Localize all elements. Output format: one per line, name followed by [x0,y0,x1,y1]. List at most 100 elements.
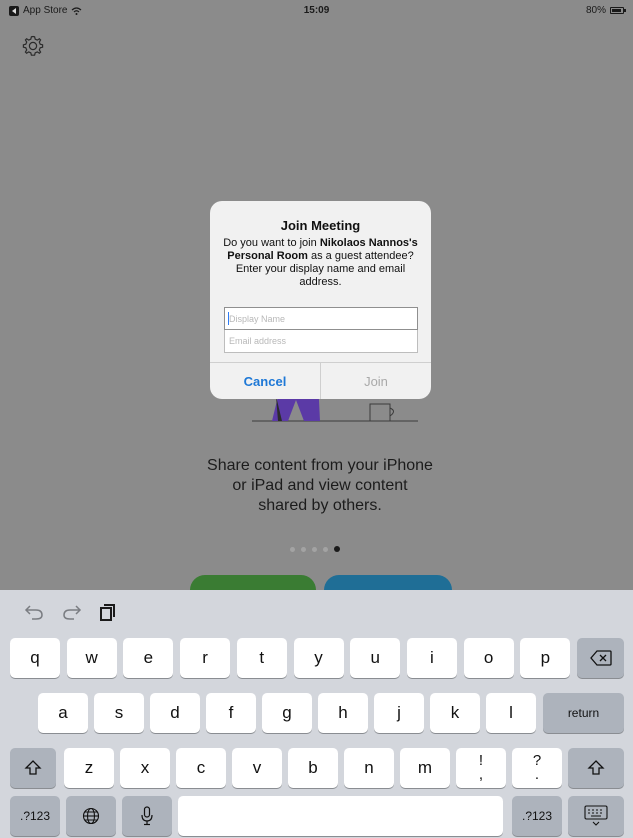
key-label: h [338,703,348,722]
shift-icon [24,759,42,777]
settings-button[interactable] [20,33,46,59]
key-b[interactable]: b [288,748,338,788]
page-dot[interactable] [301,546,306,552]
key-label: o [483,648,494,667]
backspace-key[interactable] [577,638,624,678]
battery-percent: 80% [585,5,606,16]
key-k[interactable]: k [430,693,480,733]
key-t[interactable]: t [236,638,287,678]
shift-icon [587,759,605,777]
key-glyph: . [534,766,540,783]
key-label: b [308,758,318,777]
key-r[interactable]: r [180,638,231,678]
undo-icon[interactable] [24,603,44,621]
key-g[interactable]: g [262,693,312,733]
key-y[interactable]: y [293,638,344,678]
key-label: t [259,648,265,667]
dictation-key[interactable] [122,796,172,836]
key-label: .?123 [521,809,553,823]
key-a[interactable]: a [38,693,88,733]
page-dot[interactable] [312,546,317,552]
key-u[interactable]: u [350,638,401,678]
key-h[interactable]: h [318,693,368,733]
key-label: z [84,758,94,777]
shift-key-left[interactable] [10,748,56,788]
status-bar: App Store 15:09 80% [0,0,633,22]
hide-keyboard-key[interactable] [568,796,624,836]
key-w[interactable]: w [66,638,117,678]
page-dot[interactable] [323,546,328,552]
key-label: w [85,648,98,667]
key-label: u [370,648,380,667]
key-n[interactable]: n [344,748,394,788]
tagline-line: shared by others. [258,497,382,514]
key-j[interactable]: j [374,693,424,733]
key-label: .?123 [19,809,51,823]
key-label: d [170,703,180,722]
key-label: x [140,758,150,777]
key-label: f [228,703,234,722]
key-label: a [58,703,68,722]
dialog-message-pre: Do you want to join [223,237,320,249]
dialog-message: Do you want to join Nikolaos Nannos's Pe… [220,237,421,289]
return-key[interactable]: return [543,693,624,733]
keyboard-dismiss-icon [584,805,608,827]
key-s[interactable]: s [94,693,144,733]
key-label: s [114,703,124,722]
globe-key[interactable] [66,796,116,836]
email-input[interactable] [224,330,418,353]
key-label: g [282,703,292,722]
display-name-input[interactable] [224,307,418,330]
cancel-button[interactable]: Cancel [210,363,321,399]
join-button[interactable]: Join [321,363,431,399]
key-f[interactable]: f [206,693,256,733]
key-m[interactable]: m [400,748,450,788]
key-i[interactable]: i [406,638,457,678]
key-z[interactable]: z [64,748,114,788]
page-dot[interactable] [290,546,295,552]
battery-level [612,9,621,12]
paste-icon[interactable] [98,603,118,621]
key-label: p [540,648,551,667]
numbers-key-right[interactable]: .?123 [512,796,562,836]
key-x[interactable]: x [120,748,170,788]
microphone-icon [140,806,154,826]
join-meeting-dialog: Join Meeting Do you want to join Nikolao… [210,201,431,399]
key-o[interactable]: o [463,638,514,678]
key-label: j [397,703,401,722]
dialog-actions: Cancel Join [210,362,431,399]
key-glyph: , [478,766,484,783]
keyboard: q w e r t y u i o p a s d f g h j k l return z x c v b n m!,?. .?12… [0,590,633,838]
key-exclamation-comma[interactable]: !, [456,748,506,788]
redo-icon[interactable] [62,603,82,621]
gear-icon [22,35,44,56]
key-label: q [30,648,40,667]
battery-status: 80% [585,5,626,16]
key-v[interactable]: v [232,748,282,788]
key-label: k [450,703,460,722]
key-label: m [417,758,433,777]
numbers-key-left[interactable]: .?123 [10,796,60,836]
key-label: e [143,648,154,667]
space-key[interactable] [178,796,503,836]
key-d[interactable]: d [150,693,200,733]
text-cursor [228,312,229,325]
key-p[interactable]: p [520,638,571,678]
key-e[interactable]: e [123,638,174,678]
tagline-line: Share content from your iPhone [207,457,433,474]
page-dot[interactable] [334,546,340,552]
page-indicator[interactable] [290,546,340,552]
battery-icon [610,7,626,14]
key-label: c [196,758,206,777]
clock: 15:09 [303,5,330,16]
key-q[interactable]: q [10,638,60,678]
shift-key-right[interactable] [568,748,624,788]
key-label: l [509,703,513,722]
dialog-title: Join Meeting [280,218,361,233]
key-question-period[interactable]: ?. [512,748,562,788]
onboarding-tagline: Share content from your iPhone or iPad a… [170,456,470,516]
key-l[interactable]: l [486,693,536,733]
key-label: y [314,648,323,667]
key-c[interactable]: c [176,748,226,788]
key-label: return [567,706,600,720]
